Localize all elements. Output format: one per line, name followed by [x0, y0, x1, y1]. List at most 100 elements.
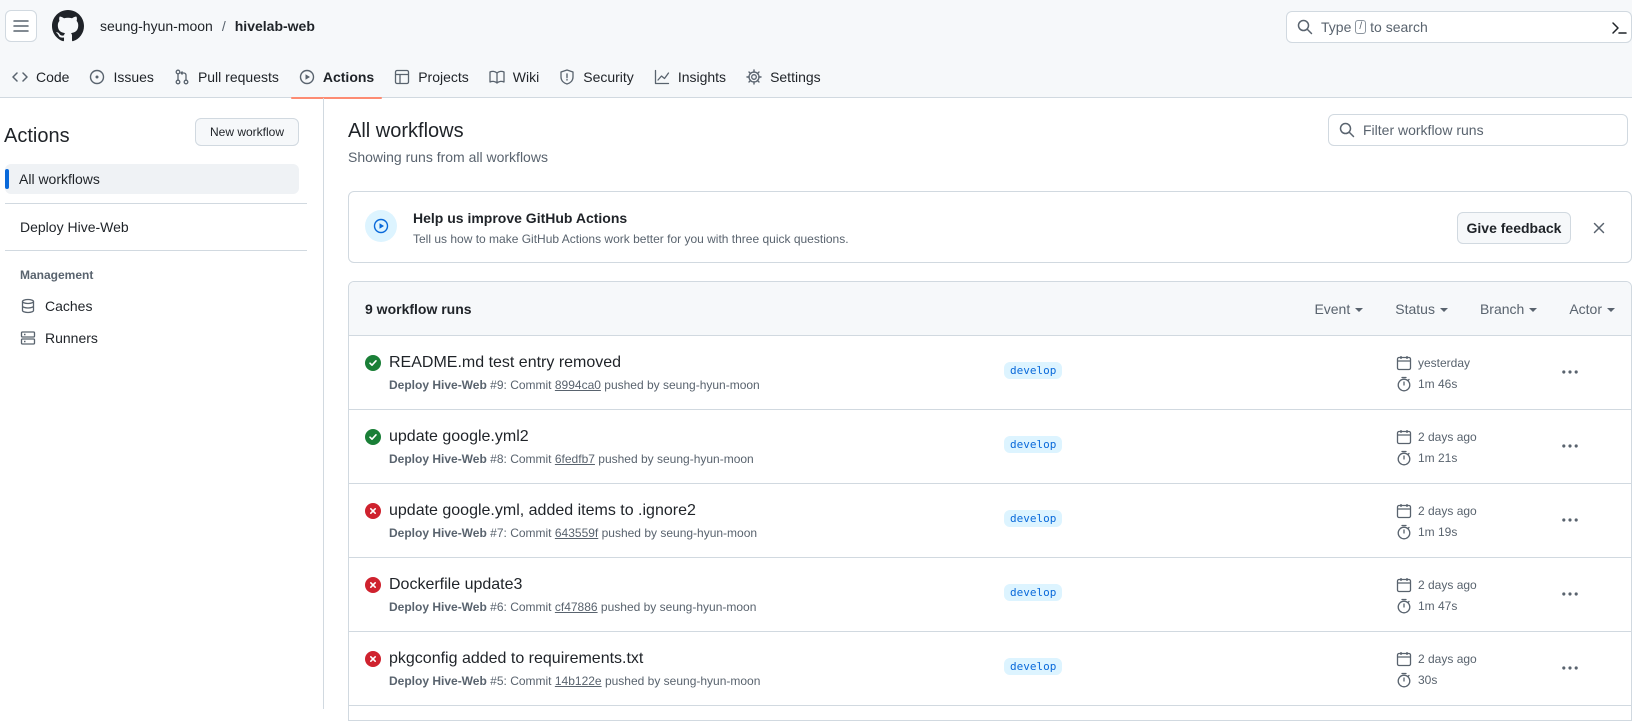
run-duration-text: 1m 47s	[1418, 599, 1458, 613]
sidebar-item-deploy-hive-web[interactable]: Deploy Hive-Web	[20, 219, 129, 235]
github-logo-icon[interactable]	[52, 10, 84, 42]
failure-x-icon	[365, 503, 381, 519]
run-commit-sha[interactable]: 8994ca0	[555, 378, 601, 392]
run-duration: 1m 47s	[1396, 598, 1457, 614]
run-meta: Deploy Hive-Web #5: Commit 14b122e pushe…	[389, 674, 761, 688]
branch-badge[interactable]: develop	[1004, 658, 1063, 675]
run-meta: Deploy Hive-Web #9: Commit 8994ca0 pushe…	[389, 378, 760, 392]
run-title[interactable]: Dockerfile update3	[389, 575, 522, 595]
run-when: 2 days ago	[1396, 651, 1477, 667]
filter-workflow-runs-input[interactable]: Filter workflow runs	[1328, 114, 1628, 146]
branch-filter-dropdown[interactable]: Branch	[1480, 301, 1537, 317]
tab-actions[interactable]: Actions	[290, 56, 383, 99]
tab-label: Pull requests	[197, 69, 279, 85]
sidebar-item-runners[interactable]: Runners	[20, 330, 98, 346]
status-filter-dropdown[interactable]: Status	[1395, 301, 1448, 317]
run-duration: 1m 21s	[1396, 450, 1457, 466]
actor-filter-dropdown[interactable]: Actor	[1569, 301, 1615, 317]
run-commit-label: Commit	[510, 526, 552, 540]
run-actor[interactable]: seung-hyun-moon	[657, 452, 754, 466]
calendar-icon	[1396, 652, 1412, 667]
branch-badge[interactable]: develop	[1004, 584, 1063, 601]
tab-code[interactable]: Code	[4, 56, 77, 98]
feedback-play-icon	[365, 210, 397, 242]
run-actor[interactable]: seung-hyun-moon	[660, 526, 757, 540]
failure-x-icon	[365, 651, 381, 667]
run-meta: Deploy Hive-Web #7: Commit 643559f pushe…	[389, 526, 758, 540]
branch-badge[interactable]: develop	[1004, 510, 1063, 527]
run-commit-sha[interactable]: 14b122e	[555, 674, 602, 688]
branch-badge[interactable]: develop	[1004, 436, 1063, 453]
failure-x-icon	[365, 577, 381, 593]
management-heading: Management	[20, 268, 94, 282]
calendar-icon	[1396, 578, 1412, 593]
run-title[interactable]: update google.yml2	[389, 427, 529, 447]
hamburger-menu-button[interactable]	[5, 10, 37, 42]
filter-placeholder: Filter workflow runs	[1363, 122, 1484, 138]
run-workflow-name: Deploy Hive-Web	[389, 600, 487, 614]
tab-wiki[interactable]: Wiki	[481, 56, 547, 98]
run-title[interactable]: pkgconfig added to requirements.txt	[389, 649, 643, 669]
pull-request-icon	[175, 69, 189, 85]
feedback-banner: Help us improve GitHub Actions Tell us h…	[348, 191, 1632, 263]
run-number: #6	[490, 600, 504, 614]
run-duration: 30s	[1396, 672, 1437, 688]
run-pushed-by-label: pushed by	[600, 600, 657, 614]
tab-security[interactable]: Security	[551, 56, 642, 98]
command-palette-icon[interactable]	[1611, 20, 1627, 36]
tab-label: Actions	[322, 69, 375, 85]
run-number: #9	[490, 378, 504, 392]
kebab-menu-icon[interactable]	[1561, 511, 1579, 529]
page-title: All workflows	[348, 120, 464, 142]
table-row[interactable]: update google.yml, added items to .ignor…	[349, 484, 1631, 558]
event-filter-dropdown[interactable]: Event	[1314, 301, 1363, 317]
stopwatch-icon	[1397, 672, 1411, 688]
table-row[interactable]: Dockerfile update3 Deploy Hive-Web #6: C…	[349, 558, 1631, 632]
give-feedback-button[interactable]: Give feedback	[1457, 212, 1571, 244]
tab-insights[interactable]: Insights	[646, 56, 734, 98]
run-commit-label: Commit	[510, 378, 552, 392]
sidebar-item-caches[interactable]: Caches	[20, 298, 92, 314]
owner-link[interactable]: seung-hyun-moon	[100, 18, 213, 34]
kebab-menu-icon[interactable]	[1561, 437, 1579, 455]
repo-link[interactable]: hivelab-web	[235, 18, 315, 34]
run-duration-text: 1m 19s	[1418, 525, 1458, 539]
calendar-icon	[1396, 504, 1412, 519]
runs-filters: Event Status Branch Actor	[1314, 301, 1615, 317]
close-icon[interactable]	[1591, 220, 1607, 236]
book-icon	[489, 70, 505, 84]
tab-settings[interactable]: Settings	[738, 56, 829, 98]
tab-issues[interactable]: Issues	[81, 56, 161, 98]
run-commit-sha[interactable]: 6fedfb7	[555, 452, 595, 466]
table-row[interactable]: README.md test entry removed Deploy Hive…	[349, 336, 1631, 410]
tab-pull-requests[interactable]: Pull requests	[166, 56, 287, 98]
run-when-text: 2 days ago	[1418, 504, 1477, 518]
tab-label: Settings	[770, 69, 821, 85]
run-number: #5	[490, 674, 504, 688]
run-actor[interactable]: seung-hyun-moon	[660, 600, 757, 614]
table-row[interactable]: pkgconfig added to requirements.txt Depl…	[349, 632, 1631, 706]
search-icon	[1339, 122, 1355, 138]
run-title[interactable]: README.md test entry removed	[389, 353, 621, 373]
kebab-menu-icon[interactable]	[1561, 659, 1579, 677]
sidebar-item-all-workflows[interactable]: All workflows	[5, 164, 299, 194]
tab-label: Wiki	[512, 69, 540, 85]
table-row[interactable]: update google.yml2 Deploy Hive-Web #8: C…	[349, 410, 1631, 484]
tab-projects[interactable]: Projects	[386, 56, 477, 98]
gear-icon	[746, 69, 762, 85]
kebab-menu-icon[interactable]	[1561, 363, 1579, 381]
run-actor[interactable]: seung-hyun-moon	[663, 378, 760, 392]
run-workflow-name: Deploy Hive-Web	[389, 674, 487, 688]
run-actor[interactable]: seung-hyun-moon	[664, 674, 761, 688]
code-icon	[12, 72, 28, 82]
global-search-input[interactable]: Type / to search	[1286, 11, 1632, 43]
branch-badge[interactable]: develop	[1004, 362, 1063, 379]
new-workflow-button[interactable]: New workflow	[195, 118, 299, 146]
sidebar-divider	[5, 203, 307, 204]
run-commit-sha[interactable]: cf47886	[555, 600, 598, 614]
run-title[interactable]: update google.yml, added items to .ignor…	[389, 501, 696, 521]
search-placeholder-prefix: Type	[1321, 19, 1352, 35]
runs-count: 9 workflow runs	[365, 301, 472, 317]
kebab-menu-icon[interactable]	[1561, 585, 1579, 603]
run-commit-sha[interactable]: 643559f	[555, 526, 598, 540]
